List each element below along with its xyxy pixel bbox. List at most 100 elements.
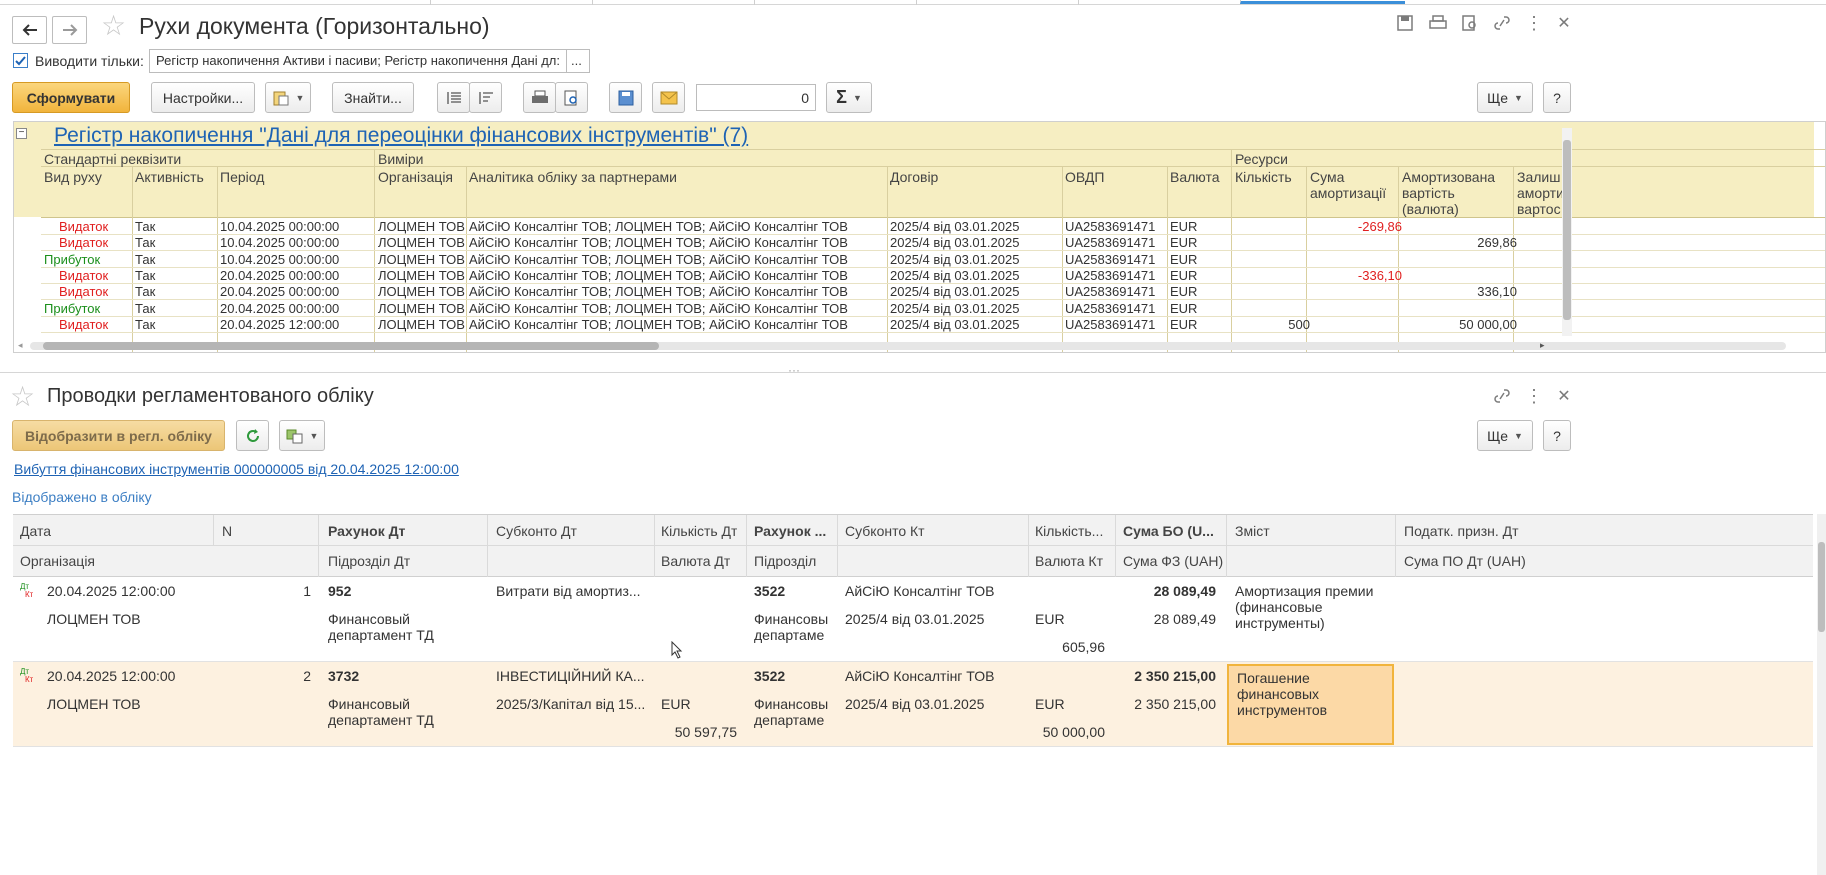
- col-ovdp[interactable]: ОВДП: [1065, 169, 1104, 185]
- register-row[interactable]: Прибуток Так 20.04.2025 00:00:00 ЛОЦМЕН ТОВ…: [41, 301, 1825, 317]
- sum-dropdown[interactable]: Σ ▼: [826, 82, 872, 113]
- col-period[interactable]: Період: [220, 169, 264, 185]
- posting-cell-sum-fz: 2 350 215,00: [1134, 696, 1216, 712]
- col-div-dt[interactable]: Підрозділ Дт: [328, 553, 410, 569]
- preview-button[interactable]: [555, 82, 588, 113]
- list-expand-icon: [446, 91, 461, 104]
- col-remainder-line3: вартос: [1517, 201, 1561, 217]
- forward-button[interactable]: [52, 16, 87, 44]
- register-cell-movement: Видаток: [59, 219, 109, 234]
- find-button[interactable]: Знайти...: [332, 82, 414, 113]
- col-qty-kt[interactable]: Кількість...: [1035, 523, 1113, 539]
- register-row[interactable]: Видаток Так 10.04.2025 00:00:00 ЛОЦМЕН ТОВ А…: [41, 235, 1825, 252]
- link-icon[interactable]: [1490, 15, 1514, 36]
- filter-checkbox[interactable]: [13, 53, 28, 68]
- posting-row[interactable]: Дт Кт 20.04.2025 12:00:00 1 ЛОЦМЕН ТОВ 952 Фин…: [13, 577, 1813, 662]
- reflect-in-accounting-button[interactable]: Відобразити в регл. обліку: [12, 420, 225, 451]
- back-button[interactable]: [12, 16, 47, 44]
- register-cell-currency: EUR: [1170, 316, 1198, 332]
- more-menu-icon[interactable]: ⋮: [1522, 13, 1546, 34]
- expand-groups-button[interactable]: [437, 82, 470, 113]
- print-preview-icon[interactable]: [1458, 15, 1482, 36]
- refresh-button[interactable]: [236, 420, 269, 451]
- col-active[interactable]: Активність: [135, 169, 204, 185]
- print-icon[interactable]: [1426, 15, 1450, 36]
- more-button-2[interactable]: Ще ▼: [1477, 420, 1533, 451]
- col-acc-kt[interactable]: Рахунок ...: [754, 523, 834, 539]
- col-content[interactable]: Зміст: [1235, 523, 1270, 539]
- col-sum-fz[interactable]: Сума ФЗ (UAH): [1123, 553, 1223, 569]
- help-button[interactable]: ?: [1543, 82, 1571, 113]
- magnifier-page-icon: [564, 90, 577, 105]
- pane-splitter[interactable]: [0, 372, 1826, 373]
- scroll-left-arrow-icon[interactable]: ◂: [18, 340, 23, 351]
- col-acc-dt[interactable]: Рахунок Дт: [328, 523, 405, 539]
- link-icon-2[interactable]: [1490, 388, 1514, 409]
- save-icon[interactable]: [1393, 15, 1417, 36]
- generate-button[interactable]: Сформувати: [12, 82, 130, 113]
- col-sub-kt[interactable]: Субконто Кт: [845, 523, 925, 539]
- col-div-kt[interactable]: Підрозділ: [754, 553, 816, 569]
- register-hscroll[interactable]: [30, 342, 1786, 350]
- collapse-group-icon[interactable]: −: [16, 128, 27, 139]
- register-cell-org: ЛОЦМЕН ТОВ: [378, 267, 465, 283]
- scroll-right-arrow-icon[interactable]: ▸: [1540, 340, 1545, 351]
- posting-cell-org: ЛОЦМЕН ТОВ: [47, 611, 141, 627]
- close-icon[interactable]: ✕: [1552, 13, 1576, 33]
- posting-row[interactable]: Дт Кт 20.04.2025 12:00:00 2 ЛОЦМЕН ТОВ 3732 Фи…: [13, 662, 1813, 747]
- col-analytics[interactable]: Аналітика обліку за партнерами: [469, 169, 677, 185]
- register-row[interactable]: Видаток Так 20.04.2025 00:00:00 ЛОЦМЕН ТОВ А…: [41, 267, 1825, 284]
- col-contract[interactable]: Договір: [890, 169, 938, 185]
- save-button[interactable]: [609, 82, 642, 113]
- col-qty[interactable]: Кількість: [1235, 169, 1292, 185]
- more-button[interactable]: Ще ▼: [1477, 82, 1533, 113]
- col-movement[interactable]: Вид руху: [44, 169, 102, 185]
- posting-cell-content[interactable]: Погашение финансовых инструментов: [1227, 664, 1394, 745]
- close-icon-2[interactable]: ✕: [1552, 386, 1576, 406]
- register-cell-movement: Видаток: [59, 235, 109, 251]
- col-qty-dt[interactable]: Кількість Дт: [661, 523, 737, 539]
- splitter-grip-icon[interactable]: ···: [788, 363, 800, 377]
- dt-kt-posting-icon: Дт Кт: [20, 668, 33, 684]
- postings-table: Дата N Рахунок Дт Субконто Дт Кількість …: [13, 514, 1813, 875]
- col-amort-sum-line1: Сума: [1310, 169, 1345, 185]
- variants-dropdown[interactable]: ▼: [265, 82, 311, 113]
- settings-button[interactable]: Настройки...: [151, 82, 255, 113]
- help-button-2[interactable]: ?: [1543, 420, 1571, 451]
- postings-vscroll[interactable]: [1817, 514, 1826, 875]
- print-button[interactable]: [523, 82, 556, 113]
- favorite-star-icon[interactable]: ☆: [101, 12, 126, 40]
- collapse-groups-button[interactable]: [469, 82, 502, 113]
- col-remainder[interactable]: Залиш аморти вартос: [1517, 169, 1564, 217]
- filter-select-button[interactable]: ...: [566, 49, 590, 73]
- col-sum-po-dt[interactable]: Сума ПО Дт (UAH): [1404, 553, 1526, 569]
- favorite-star-icon-2[interactable]: ☆: [10, 383, 35, 411]
- col-org[interactable]: Організація: [378, 169, 453, 185]
- more-menu-icon-2[interactable]: ⋮: [1522, 386, 1546, 407]
- register-row[interactable]: Видаток Так 20.04.2025 00:00:00 ЛОЦМЕН ТОВ А…: [41, 284, 1825, 301]
- col-org[interactable]: Організація: [20, 553, 95, 569]
- document-link[interactable]: Вибуття фінансових інструментів 00000000…: [14, 461, 459, 477]
- col-amort-value[interactable]: Амортизована вартість (валюта): [1402, 169, 1495, 217]
- register-row[interactable]: Прибуток Так 10.04.2025 00:00:00 ЛОЦМЕН ТОВ…: [41, 252, 1825, 268]
- structure-dropdown[interactable]: ▼: [279, 420, 325, 451]
- register-row[interactable]: Видаток Так 20.04.2025 12:00:00 ЛОЦМЕН ТОВ А…: [41, 316, 1825, 333]
- register-cell-ovdp: UA2583691471: [1065, 284, 1156, 300]
- col-tax-dt[interactable]: Податк. призн. Дт: [1404, 523, 1519, 539]
- register-row[interactable]: Видаток Так 10.04.2025 00:00:00 ЛОЦМЕН ТОВ А…: [41, 219, 1825, 235]
- send-email-button[interactable]: [652, 82, 685, 113]
- col-amort-sum[interactable]: Сума амортизації: [1310, 169, 1386, 201]
- counter-field[interactable]: 0: [696, 84, 816, 111]
- col-cur-kt[interactable]: Валюта Кт: [1035, 553, 1103, 569]
- register-cell-contract: 2025/4 від 03.01.2025: [890, 219, 1020, 234]
- col-currency[interactable]: Валюта: [1170, 169, 1220, 185]
- col-sum-bo[interactable]: Сума БО (U...: [1123, 523, 1223, 539]
- register-title[interactable]: Регістр накопичення "Дані для переоцінки…: [54, 124, 748, 148]
- filter-field[interactable]: Регістр накопичення Активи і пасиви; Рег…: [149, 49, 567, 73]
- col-date[interactable]: Дата: [20, 523, 51, 539]
- register-vscroll[interactable]: [1562, 128, 1572, 336]
- col-n[interactable]: N: [222, 523, 232, 539]
- col-cur-dt[interactable]: Валюта Дт: [661, 553, 730, 569]
- col-sub-dt[interactable]: Субконто Дт: [496, 523, 577, 539]
- clipboard-icon: [273, 91, 289, 105]
